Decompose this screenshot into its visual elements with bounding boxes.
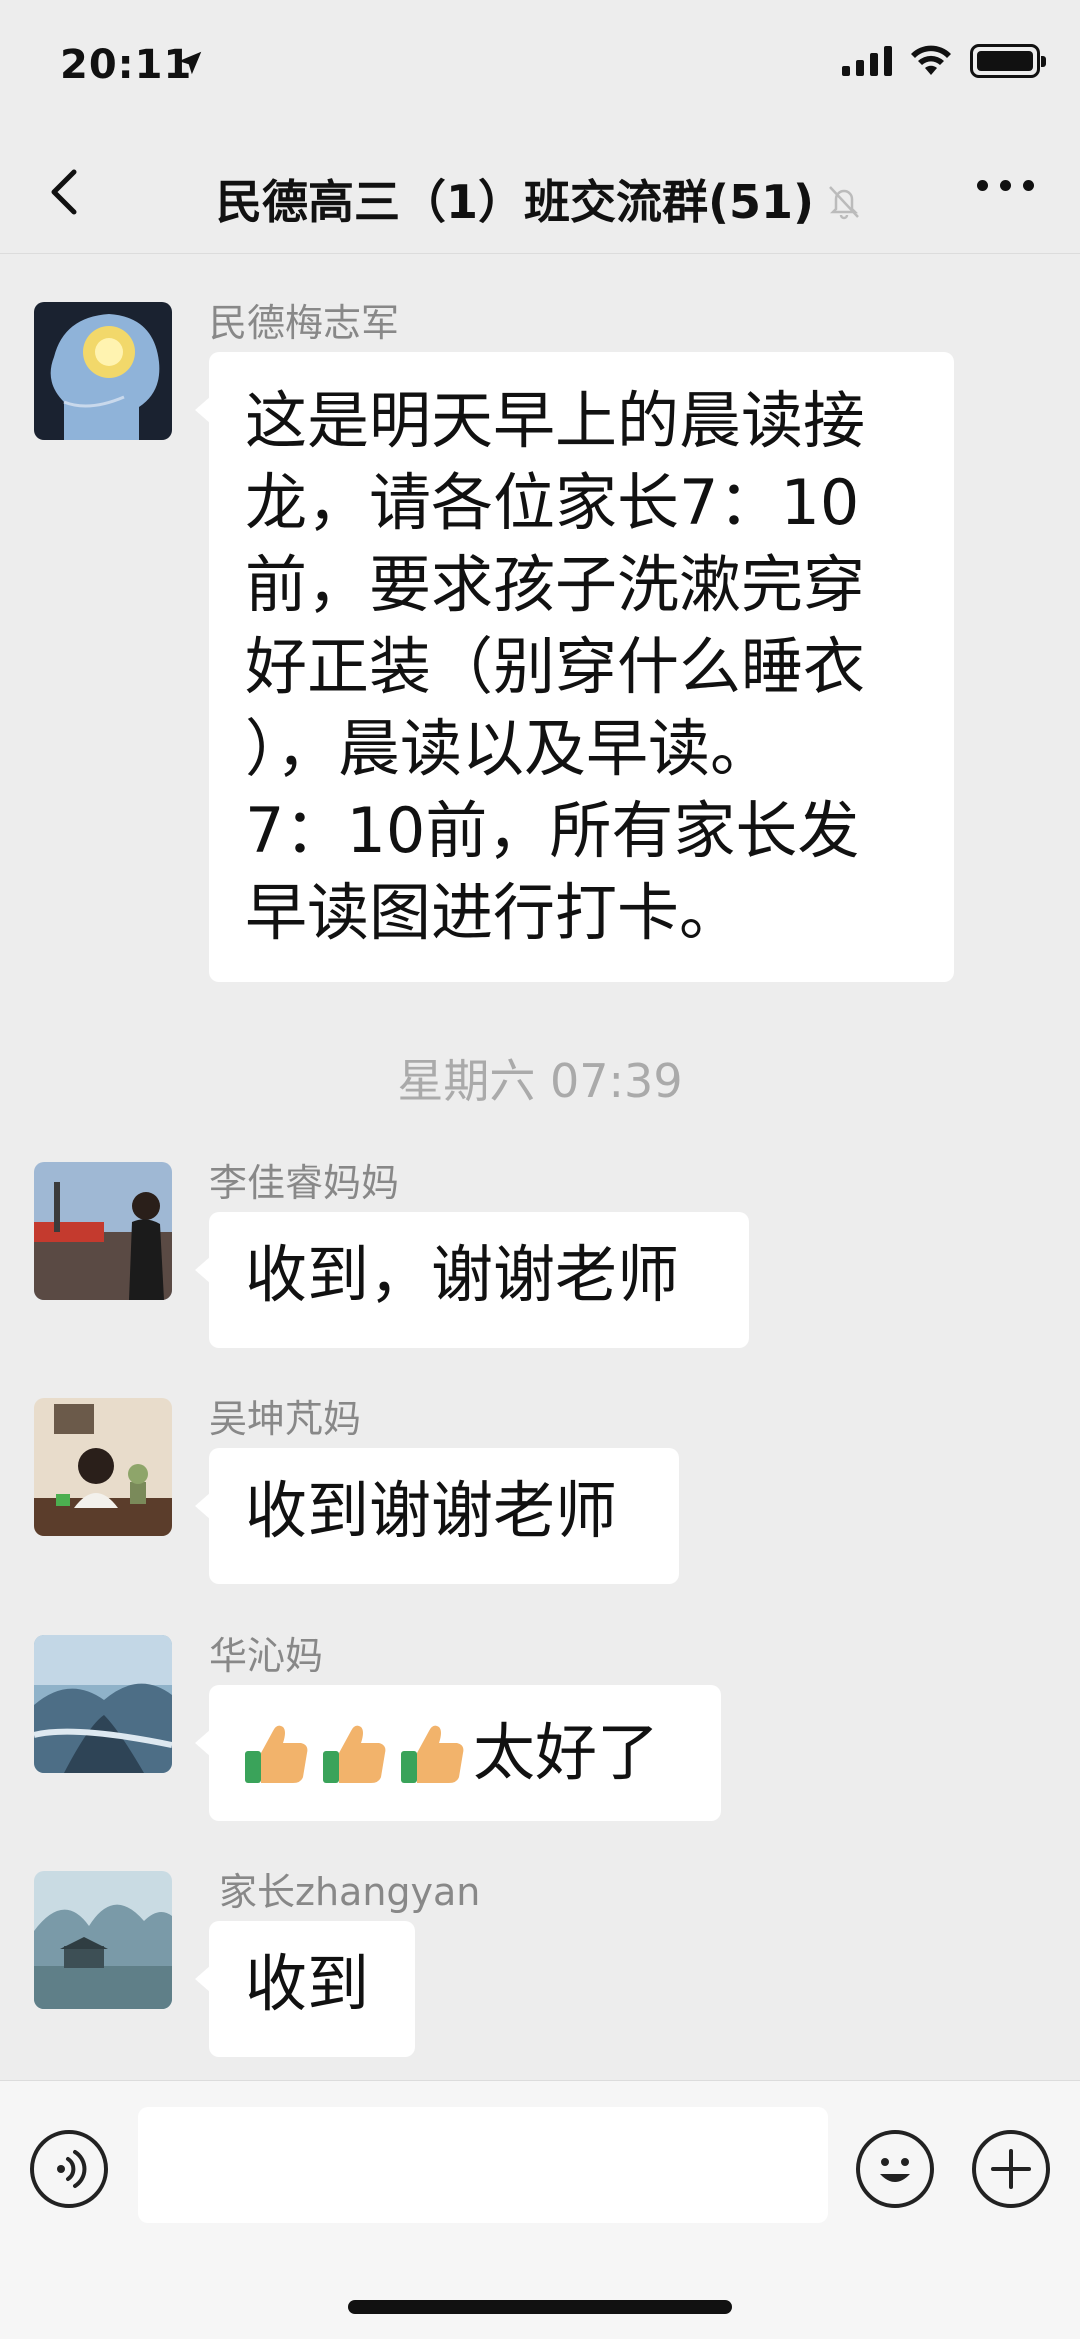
status-time: 20:11 (60, 42, 193, 88)
message-line: 早读图进行打卡。 (245, 876, 742, 949)
thumbs-up-icon (245, 1725, 308, 1783)
status-bar: 20:11 (0, 0, 1080, 130)
avatar[interactable] (34, 1635, 172, 1773)
message-bubble[interactable]: 收到谢谢老师 (195, 1448, 679, 1584)
message-input[interactable] (138, 2107, 828, 2223)
status-icons (842, 44, 1046, 78)
avatar[interactable] (34, 302, 172, 440)
more-dots-icon[interactable] (967, 170, 1044, 201)
battery-icon (970, 44, 1046, 78)
avatar[interactable] (34, 1162, 172, 1300)
thumbs-up-icon (401, 1725, 464, 1783)
message-bubble[interactable]: 这是明天早上的晨读接 龙，请各位家长7：10 前，要求孩子洗漱完穿 好正装（别穿… (195, 352, 954, 982)
sender-name: 民德梅志军 (209, 301, 400, 345)
message-line: 龙，请各位家长7：10 (245, 466, 860, 539)
chat-title: 民德高三（1）班交流群(51) (215, 175, 815, 229)
message-text: 收到 (245, 1947, 370, 2020)
message-text: 收到谢谢老师 (245, 1474, 618, 1547)
message-text: 太好了 (473, 1716, 660, 1789)
sender-name: 李佳睿妈妈 (209, 1161, 400, 1205)
message-bubble[interactable]: 太好了 (195, 1685, 721, 1821)
wifi-icon (911, 45, 951, 75)
cellular-signal-icon (842, 46, 892, 76)
message-timestamp: 星期六 07:39 (397, 1054, 683, 1108)
message-line: 前，要求孩子洗漱完穿 (245, 548, 866, 621)
avatar[interactable] (34, 1871, 172, 2009)
message-line: 这是明天早上的晨读接 (245, 384, 866, 457)
sender-name: 家长zhangyan (219, 1870, 481, 1914)
sender-name: 华沁妈 (209, 1634, 324, 1678)
message-bubble[interactable]: 收到，谢谢老师 (195, 1212, 749, 1348)
voice-icon[interactable] (30, 2130, 108, 2208)
avatar[interactable] (34, 1398, 172, 1536)
home-indicator[interactable] (348, 2300, 732, 2314)
message-bubble[interactable]: 收到 (195, 1921, 415, 2057)
message-line: 好正装（别穿什么睡衣 (245, 630, 866, 703)
plus-icon[interactable] (972, 2130, 1050, 2208)
message-line: ），晨读以及早读。 (245, 712, 773, 785)
message-text: 收到，谢谢老师 (245, 1238, 680, 1311)
chat-header: 民德高三（1）班交流群(51) (0, 130, 1080, 254)
bell-muted-icon (829, 186, 859, 220)
message-line: 7：10前，所有家长发 (245, 794, 860, 867)
chat-title-wrap: 民德高三（1）班交流群(51) (0, 166, 1080, 232)
sender-name: 吴坤芃妈 (209, 1397, 362, 1441)
thumbs-up-icon (323, 1725, 386, 1783)
emoji-icon[interactable] (856, 2130, 934, 2208)
location-arrow-icon (178, 51, 202, 75)
